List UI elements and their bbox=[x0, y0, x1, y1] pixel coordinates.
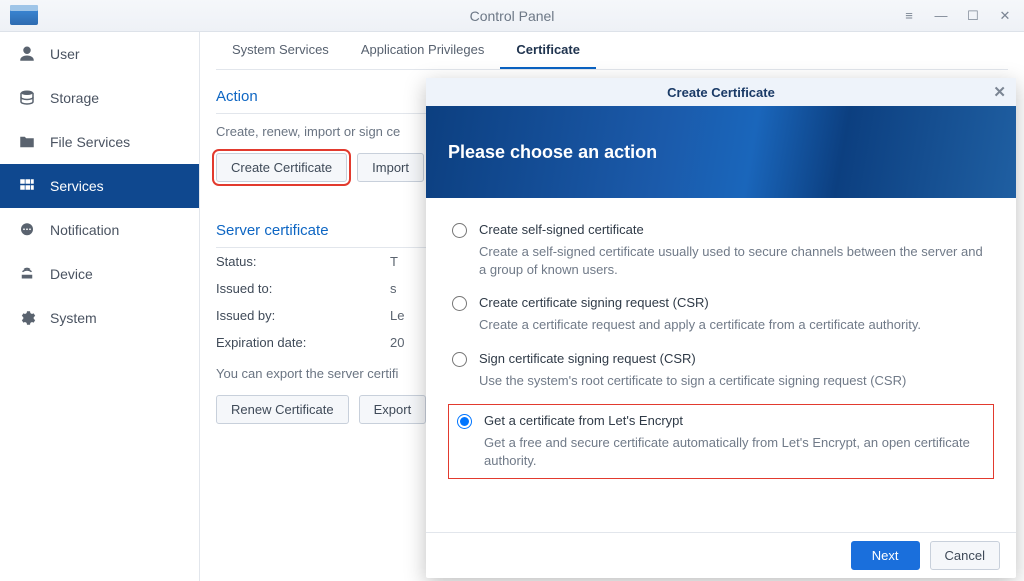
radio-lets-encrypt[interactable] bbox=[457, 414, 472, 429]
sidebar-item-services[interactable]: Services bbox=[0, 164, 199, 208]
tab-application-privileges[interactable]: Application Privileges bbox=[345, 32, 501, 69]
tabs: System Services Application Privileges C… bbox=[216, 32, 1008, 70]
sidebar-item-system[interactable]: System bbox=[0, 296, 199, 340]
option-label: Sign certificate signing request (CSR) bbox=[479, 351, 990, 366]
cancel-button[interactable]: Cancel bbox=[930, 541, 1000, 570]
window-title: Control Panel bbox=[470, 8, 555, 24]
sidebar-item-label: User bbox=[50, 46, 80, 62]
option-desc: Use the system's root certificate to sig… bbox=[479, 366, 990, 390]
sidebar-item-label: File Services bbox=[50, 134, 130, 150]
status-label: Status: bbox=[216, 254, 386, 269]
folder-share-icon bbox=[16, 133, 38, 151]
sidebar-item-notification[interactable]: Notification bbox=[0, 208, 199, 252]
option-label: Get a certificate from Let's Encrypt bbox=[484, 413, 985, 428]
modal-close-icon[interactable]: ✕ bbox=[993, 83, 1006, 101]
create-certificate-button[interactable]: Create Certificate bbox=[216, 153, 347, 182]
window-titlebar: Control Panel ≡ — ☐ ✕ bbox=[0, 0, 1024, 32]
radio-self-signed[interactable] bbox=[452, 223, 467, 238]
grid-icon bbox=[16, 177, 38, 195]
window-controls: ≡ — ☐ ✕ bbox=[896, 7, 1018, 25]
sidebar: User Storage File Services Services Noti… bbox=[0, 32, 200, 581]
storage-icon bbox=[16, 89, 38, 107]
option-desc: Get a free and secure certificate automa… bbox=[484, 428, 985, 470]
sidebar-item-label: Services bbox=[50, 178, 104, 194]
option-self-signed[interactable]: Create self-signed certificate Create a … bbox=[448, 214, 994, 287]
sidebar-item-storage[interactable]: Storage bbox=[0, 76, 199, 120]
option-label: Create certificate signing request (CSR) bbox=[479, 295, 990, 310]
modal-hero: Please choose an action bbox=[426, 106, 1016, 198]
sidebar-item-label: System bbox=[50, 310, 97, 326]
option-create-csr[interactable]: Create certificate signing request (CSR)… bbox=[448, 287, 994, 342]
chat-icon bbox=[16, 221, 38, 239]
option-desc: Create a certificate request and apply a… bbox=[479, 310, 990, 334]
modal-title: Create Certificate bbox=[667, 85, 775, 100]
modal-footer: Next Cancel bbox=[426, 532, 1016, 578]
issued-to-label: Issued to: bbox=[216, 281, 386, 296]
export-certificate-button[interactable]: Export bbox=[359, 395, 427, 424]
window-menu-icon[interactable]: ≡ bbox=[896, 7, 922, 25]
renew-certificate-button[interactable]: Renew Certificate bbox=[216, 395, 349, 424]
next-button[interactable]: Next bbox=[851, 541, 920, 570]
radio-create-csr[interactable] bbox=[452, 296, 467, 311]
sidebar-item-label: Storage bbox=[50, 90, 99, 106]
app-logo-icon bbox=[10, 7, 38, 25]
import-certificate-button[interactable]: Import bbox=[357, 153, 424, 182]
sidebar-item-file-services[interactable]: File Services bbox=[0, 120, 199, 164]
option-lets-encrypt[interactable]: Get a certificate from Let's Encrypt Get… bbox=[448, 404, 994, 479]
option-label: Create self-signed certificate bbox=[479, 222, 990, 237]
sidebar-item-label: Notification bbox=[50, 222, 119, 238]
sidebar-item-label: Device bbox=[50, 266, 93, 282]
sidebar-item-device[interactable]: Device bbox=[0, 252, 199, 296]
window-maximize-icon[interactable]: ☐ bbox=[960, 7, 986, 25]
tab-system-services[interactable]: System Services bbox=[216, 32, 345, 69]
device-icon bbox=[16, 265, 38, 283]
option-sign-csr[interactable]: Sign certificate signing request (CSR) U… bbox=[448, 343, 994, 398]
tab-certificate[interactable]: Certificate bbox=[500, 32, 596, 69]
window-minimize-icon[interactable]: — bbox=[928, 7, 954, 25]
create-certificate-modal: Create Certificate ✕ Please choose an ac… bbox=[426, 78, 1016, 578]
window-close-icon[interactable]: ✕ bbox=[992, 7, 1018, 25]
user-icon bbox=[16, 45, 38, 63]
modal-titlebar: Create Certificate ✕ bbox=[426, 78, 1016, 106]
issued-by-label: Issued by: bbox=[216, 308, 386, 323]
option-desc: Create a self-signed certificate usually… bbox=[479, 237, 990, 279]
modal-hero-text: Please choose an action bbox=[448, 142, 657, 163]
gear-icon bbox=[16, 309, 38, 327]
radio-sign-csr[interactable] bbox=[452, 352, 467, 367]
sidebar-item-user[interactable]: User bbox=[0, 32, 199, 76]
expiration-label: Expiration date: bbox=[216, 335, 386, 350]
modal-body: Create self-signed certificate Create a … bbox=[426, 198, 1016, 532]
